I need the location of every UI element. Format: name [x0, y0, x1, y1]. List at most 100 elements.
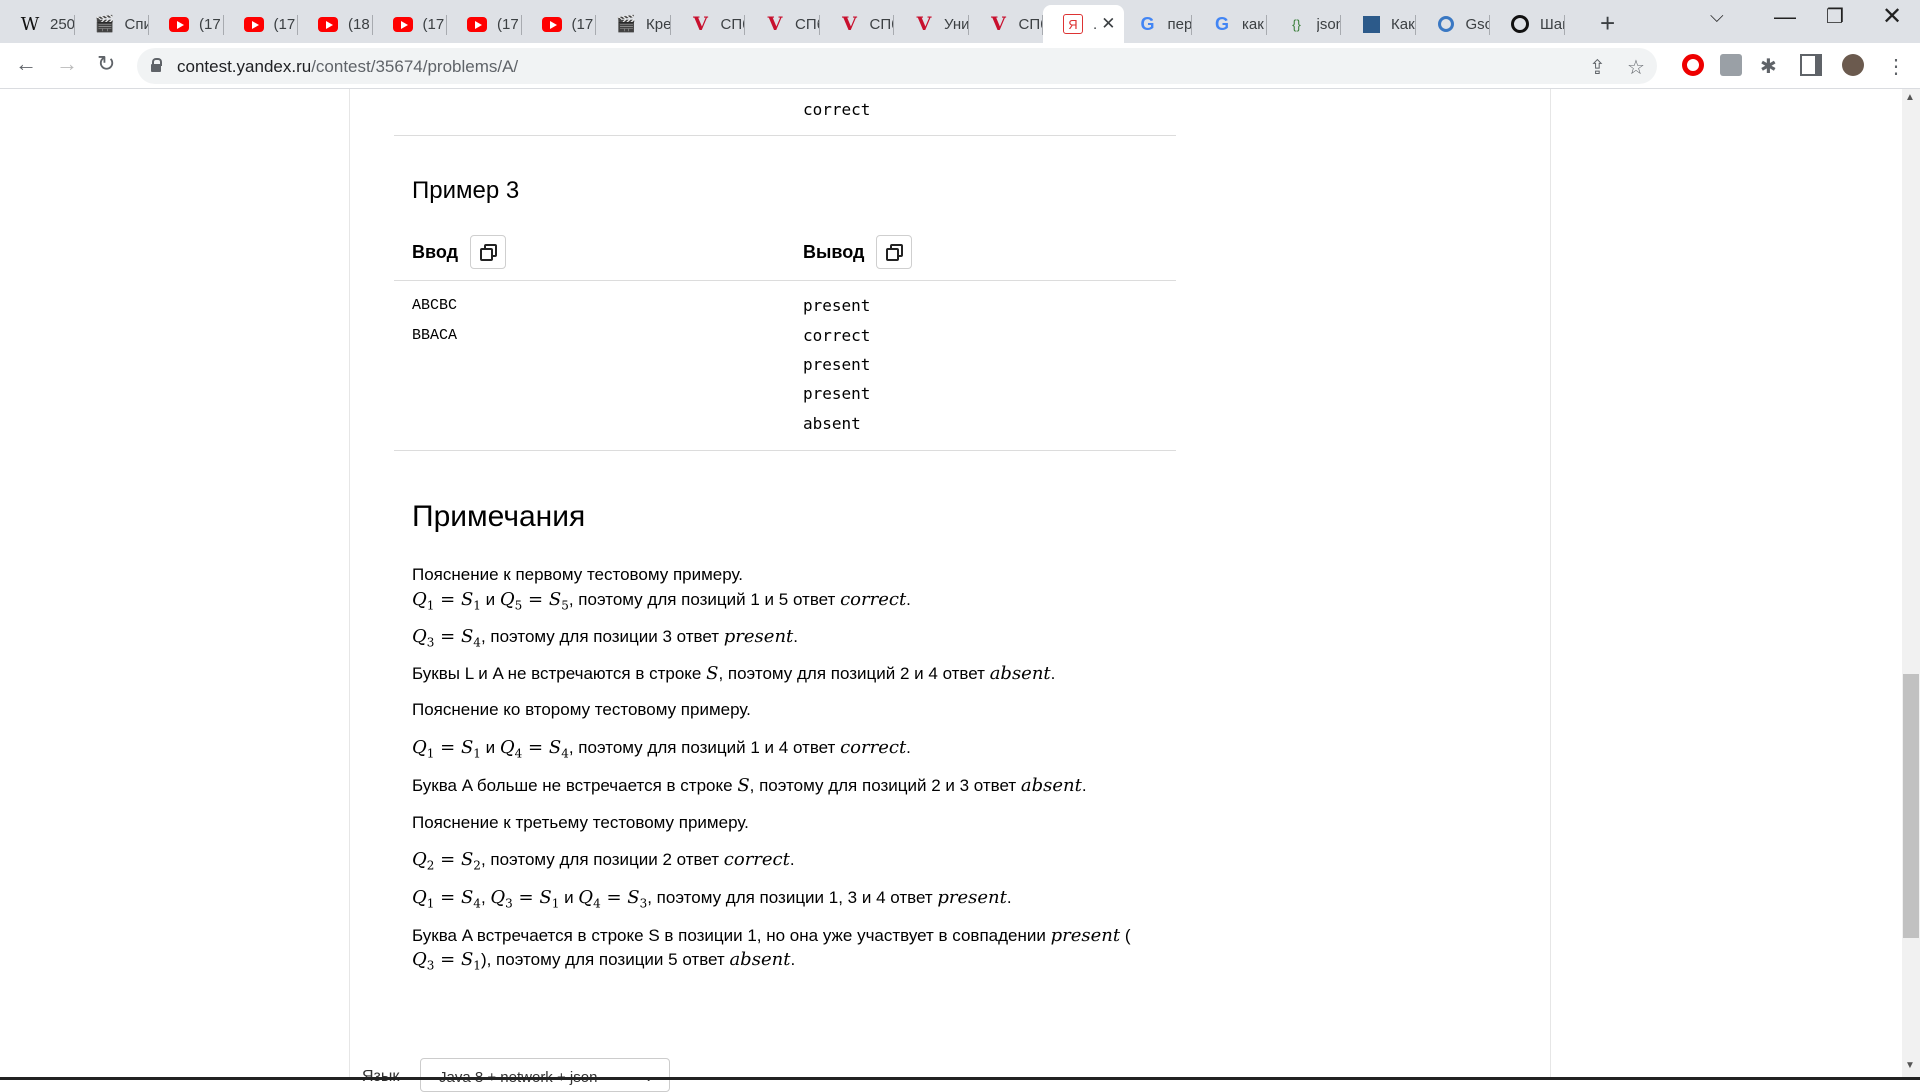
doc-icon	[1361, 14, 1381, 34]
browser-tab[interactable]: (17	[522, 5, 597, 43]
back-button[interactable]: ←	[15, 51, 37, 77]
note-answer-word: absent	[989, 663, 1051, 684]
output-line: present	[803, 355, 871, 374]
tab-title: СПб	[720, 15, 746, 33]
youtube-icon	[318, 14, 338, 34]
profile-avatar[interactable]	[1842, 54, 1864, 76]
content-right-border	[1550, 89, 1551, 1080]
side-panel-icon[interactable]	[1800, 54, 1822, 76]
lock-icon	[151, 58, 162, 72]
input-line: ABCBC	[412, 297, 458, 314]
note-paragraph: Q3 = S4, поэтому для позиции 3 ответ pre…	[412, 626, 799, 650]
tab-strip: W250🎬Спи(17(17(18(17(17(17🎬КреVСПбVСПбVС…	[0, 0, 1920, 43]
opera-extension-icon[interactable]	[1682, 54, 1704, 76]
browser-tab[interactable]: V СПб	[671, 5, 746, 43]
language-select[interactable]: Java 8 + network + json⌄	[420, 1058, 670, 1092]
circle-icon	[1436, 14, 1456, 34]
tab-title: (18	[348, 15, 370, 33]
close-tab-icon[interactable]: ✕	[1101, 14, 1115, 34]
google-icon: G	[1140, 13, 1155, 34]
browser-tab[interactable]: Я. ✕	[1043, 5, 1124, 43]
puzzle-extensions-icon[interactable]: ✱	[1760, 54, 1782, 78]
notes-title: Примечания	[412, 500, 586, 533]
extension-icon[interactable]	[1720, 54, 1742, 76]
browser-tab[interactable]: V СПб	[969, 5, 1043, 43]
close-window-button[interactable]: ✕	[1882, 2, 1902, 31]
note-paragraph: Q3 = S1), поэтому для позиции 5 ответ ab…	[412, 949, 796, 973]
browser-tab[interactable]: Как	[1341, 5, 1416, 43]
tab-title: СПб	[869, 15, 895, 33]
json-icon: {}	[1292, 16, 1301, 32]
bookmark-star-icon[interactable]: ☆	[1627, 55, 1645, 80]
address-bar[interactable]: contest.yandex.ru/contest/35674/problems…	[137, 48, 1657, 84]
restore-button[interactable]: ❐	[1826, 4, 1844, 29]
browser-tab[interactable]: 🎬 Кре	[596, 5, 671, 43]
youtube-icon	[467, 14, 487, 34]
menu-kebab-icon[interactable]: ⋮	[1886, 54, 1908, 78]
youtube-icon	[169, 14, 189, 34]
browser-tab[interactable]: Шаг	[1490, 5, 1565, 43]
v-logo-icon: V	[916, 13, 932, 35]
browser-tab[interactable]: (17	[447, 5, 522, 43]
copy-output-button[interactable]	[876, 235, 912, 269]
browser-tab[interactable]: (17	[149, 5, 224, 43]
browser-tab[interactable]: (18	[298, 5, 373, 43]
note-paragraph: Буква A больше не встречается в строке S…	[412, 775, 1087, 796]
tab-search-chevron-icon[interactable]: ⌵	[1710, 6, 1724, 27]
note-paragraph: Пояснение к первому тестовому примеру.	[412, 565, 744, 584]
note-answer-word: correct	[840, 737, 907, 758]
tab-title: json	[1316, 15, 1342, 33]
note-paragraph: Пояснение ко второму тестовому примеру.	[412, 700, 751, 719]
wikipedia-icon: W	[20, 13, 40, 35]
note-text: Буквы L и A не встречаются в строке	[412, 664, 702, 683]
note-text: , поэтому для позиции 1, 3 и 4 ответ	[647, 888, 933, 907]
note-paragraph: Буквы L и A не встречаются в строке S, п…	[412, 663, 1056, 684]
browser-tab[interactable]: Gпер	[1118, 5, 1192, 43]
note-text: и	[564, 888, 574, 907]
output-line: present	[803, 296, 871, 315]
reload-button[interactable]: ↻	[97, 51, 115, 77]
note-text: , поэтому для позиций 1 и 5 ответ	[568, 590, 836, 609]
browser-tab[interactable]: {} json	[1267, 5, 1342, 43]
tab-title: Спи	[124, 15, 150, 33]
note-answer-word: correct	[723, 849, 790, 870]
note-answer-word: absent	[729, 949, 791, 970]
tab-title: (17	[571, 15, 594, 33]
note-text: , поэтому для позиций 2 и 4 ответ	[718, 664, 985, 683]
yandex-icon: Я	[1063, 14, 1083, 34]
browser-tab[interactable]: (17	[373, 5, 448, 43]
copy-icon-front	[480, 248, 493, 261]
browser-tab[interactable]: Gкак	[1192, 5, 1267, 43]
youtube-icon	[392, 14, 413, 34]
tab-title: (17	[199, 15, 221, 33]
browser-tab[interactable]: 🎬 Спи	[75, 5, 150, 43]
tab-title: Шаг	[1540, 15, 1565, 33]
scrollbar-thumb[interactable]	[1903, 674, 1919, 938]
browser-tab[interactable]: V СПб	[820, 5, 895, 43]
share-icon[interactable]: ⇪	[1589, 55, 1606, 80]
tab-title: .	[1093, 15, 1098, 33]
browser-tab[interactable]: V СПб	[745, 5, 820, 43]
note-text: , поэтому для позиции 5 ответ	[486, 950, 725, 969]
minimize-button[interactable]: —	[1774, 4, 1796, 30]
tab-title: как	[1242, 15, 1264, 33]
scroll-down-arrow-icon[interactable]: ▼	[1905, 1060, 1915, 1071]
note-paragraph: Q2 = S2, поэтому для позиции 2 ответ cor…	[412, 849, 795, 873]
browser-toolbar: ← → ↻ contest.yandex.ru/contest/35674/pr…	[0, 43, 1920, 89]
output-line: absent	[803, 414, 861, 433]
browser-tab[interactable]: W 250	[0, 5, 75, 43]
browser-tab[interactable]: V Уни	[894, 5, 969, 43]
new-tab-button[interactable]: +	[1600, 8, 1615, 39]
scroll-up-arrow-icon[interactable]: ▲	[1905, 92, 1915, 103]
tab-title: Как	[1391, 15, 1415, 33]
note-text: и	[485, 738, 496, 757]
url-path: /contest/35674/problems/A/	[311, 57, 519, 76]
note-paragraph: Пояснение к третьему тестовому примеру.	[412, 813, 749, 832]
browser-tab[interactable]: Gso	[1416, 5, 1490, 43]
browser-tab[interactable]: (17	[224, 5, 299, 43]
copy-input-button[interactable]	[470, 235, 506, 269]
tab-title: СПб	[795, 15, 820, 33]
v-logo-icon: V	[767, 13, 783, 35]
output-line: present	[803, 384, 871, 403]
forward-button[interactable]: →	[56, 51, 78, 77]
